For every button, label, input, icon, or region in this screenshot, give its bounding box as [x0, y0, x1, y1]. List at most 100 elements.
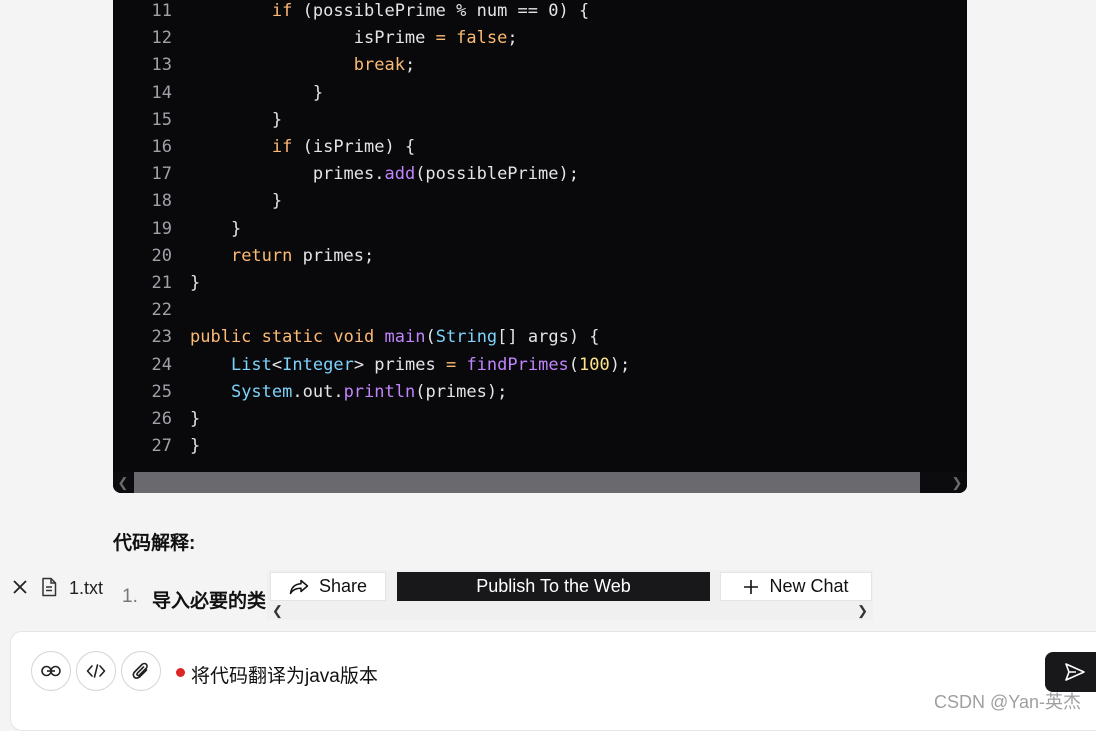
- insert-link-button[interactable]: [31, 651, 71, 691]
- code-token: .out.: [292, 381, 344, 402]
- code-token: Integer: [282, 354, 354, 375]
- list-item-text: 导入必要的类: [152, 591, 267, 612]
- code-text: if (isPrime) {: [172, 134, 415, 161]
- code-token: false: [456, 28, 508, 49]
- code-line: 27}: [113, 433, 201, 460]
- code-icon: [86, 664, 106, 678]
- remove-attachment-close-icon[interactable]: [10, 577, 30, 597]
- code-block: 11 if (possiblePrime % num == 0) {12 isP…: [113, 0, 967, 493]
- code-token: (primes);: [415, 381, 508, 402]
- line-number: 23: [151, 327, 172, 348]
- code-token: (possiblePrime);: [415, 164, 579, 185]
- code-line: 16 if (isPrime) {: [113, 134, 416, 161]
- line-number: 16: [151, 137, 172, 157]
- code-token: main: [384, 327, 426, 348]
- scroll-left-icon[interactable]: ❮: [113, 472, 133, 493]
- code-line: 19 }: [113, 216, 242, 243]
- code-token: println: [343, 381, 416, 402]
- code-line: 22: [113, 297, 190, 324]
- code-text: }: [172, 188, 282, 215]
- code-line: 24 List<Integer> primes = findPrimes(100…: [113, 352, 631, 379]
- code-token: findPrimes: [466, 354, 569, 375]
- scrollbar-thumb[interactable]: [134, 472, 920, 493]
- share-label: Share: [318, 576, 368, 596]
- attach-file-button[interactable]: [121, 651, 161, 691]
- new-chat-button[interactable]: New Chat: [720, 572, 872, 601]
- code-token: }: [190, 273, 201, 293]
- line-number: 17: [151, 164, 172, 185]
- action-toolbar: Share Publish To the Web New Chat ❮ ❯: [267, 570, 873, 620]
- code-token: 100: [579, 354, 610, 375]
- toolbar-horizontal-scrollbar[interactable]: ❮ ❯: [267, 601, 873, 620]
- line-number: 19: [151, 218, 172, 239]
- code-text: List<Integer> primes = findPrimes(100);: [172, 352, 630, 379]
- code-token: if: [271, 1, 293, 21]
- code-token: static: [261, 327, 324, 348]
- new-chat-label: New Chat: [769, 576, 849, 596]
- line-number: 25: [151, 381, 172, 402]
- code-token: ;: [507, 28, 518, 49]
- prompt-input-text[interactable]: 将代码翻译为java版本: [191, 661, 378, 688]
- code-token: (: [568, 354, 580, 375]
- code-text: break;: [172, 52, 415, 79]
- code-token: );: [609, 354, 631, 375]
- code-token: }: [190, 191, 283, 212]
- code-line: 20 return primes;: [113, 243, 375, 270]
- file-icon: [40, 577, 58, 597]
- share-icon: [289, 579, 309, 594]
- code-token: }: [190, 109, 283, 130]
- code-token: return: [230, 245, 293, 266]
- code-token: primes.: [190, 164, 385, 185]
- line-number: 13: [151, 55, 172, 76]
- code-line: 13 break;: [113, 52, 416, 79]
- code-horizontal-scrollbar[interactable]: ❮ ❯: [113, 472, 967, 493]
- code-token: (: [425, 327, 436, 348]
- line-number: 14: [151, 82, 172, 103]
- code-text: }: [172, 107, 282, 134]
- send-button[interactable]: [1045, 652, 1096, 692]
- send-icon: [1065, 663, 1085, 681]
- scroll-left-icon[interactable]: ❮: [272, 601, 283, 620]
- code-token: System: [230, 381, 293, 402]
- publish-to-web-button[interactable]: Publish To the Web: [397, 572, 710, 601]
- code-text: }: [172, 80, 323, 107]
- code-token: <: [271, 354, 283, 375]
- publish-label: Publish To the Web: [476, 576, 631, 596]
- scroll-right-icon[interactable]: ❯: [947, 472, 967, 493]
- chat-input-bar: [10, 631, 1096, 731]
- code-line: 23 public static void main(String[] args)…: [113, 324, 600, 351]
- line-number: 21: [151, 273, 172, 293]
- plus-icon: [744, 579, 759, 594]
- line-number: 11: [151, 1, 172, 21]
- code-text: if (possiblePrime % num == 0) {: [172, 0, 589, 25]
- line-number: 26: [151, 409, 172, 429]
- insert-code-button[interactable]: [76, 651, 116, 691]
- share-button[interactable]: Share: [270, 572, 386, 601]
- recording-indicator-dot: [176, 668, 185, 677]
- code-line: 11 if (possiblePrime % num == 0) {: [113, 0, 590, 25]
- code-token: }: [190, 82, 324, 103]
- attachment-file-name: 1.txt: [69, 578, 104, 598]
- code-token: }: [190, 436, 201, 457]
- code-text: }: [172, 216, 241, 243]
- code-token: List: [230, 354, 272, 375]
- code-text: return primes;: [172, 243, 374, 270]
- code-line: 18 }: [113, 188, 283, 215]
- explanation-heading: 代码解释:: [113, 533, 196, 554]
- scroll-right-icon[interactable]: ❯: [857, 601, 868, 620]
- code-line: 26}: [113, 406, 201, 433]
- code-line: 25 System.out.println(primes);: [113, 379, 508, 406]
- line-number: 27: [151, 436, 172, 457]
- code-token: =: [435, 28, 446, 49]
- code-token: (possiblePrime % num == 0) {: [292, 1, 590, 21]
- list-item-number: 1.: [122, 586, 138, 607]
- code-text: }: [172, 433, 200, 460]
- code-line: 15 }: [113, 107, 283, 134]
- code-token: }: [190, 409, 201, 429]
